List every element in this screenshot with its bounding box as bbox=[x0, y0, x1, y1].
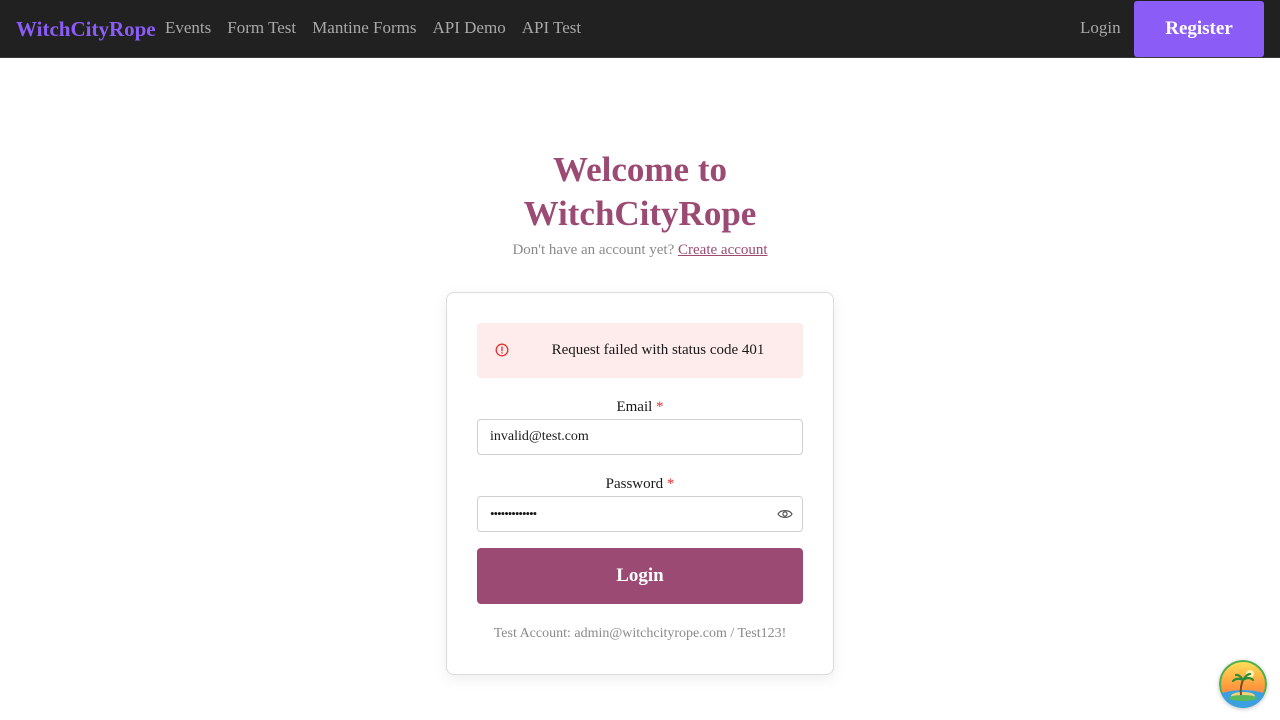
test-account-hint: Test Account: admin@witchcityrope.com / … bbox=[493, 626, 787, 641]
error-message: Request failed with status code 401 bbox=[551, 342, 765, 358]
nav-register-button[interactable]: Register bbox=[1134, 1, 1264, 57]
error-alert: Request failed with status code 401 bbox=[477, 323, 803, 378]
password-required-mark: * bbox=[666, 476, 675, 492]
page-title: Welcome to WitchCityRope bbox=[440, 148, 840, 236]
nav-link-form-test[interactable]: Form Test bbox=[227, 17, 296, 39]
signup-prompt: Don't have an account yet? Create accoun… bbox=[390, 241, 890, 259]
nav-link-api-test[interactable]: API Test bbox=[522, 17, 581, 39]
page-title-line1: Welcome to bbox=[553, 150, 727, 189]
password-label: Password * bbox=[477, 475, 803, 493]
email-label-text: Email bbox=[616, 399, 653, 415]
eye-icon[interactable] bbox=[777, 507, 793, 521]
password-field[interactable]: ••••••••••••• bbox=[477, 496, 803, 532]
email-required-mark: * bbox=[656, 399, 664, 415]
island-sunset-icon bbox=[1219, 660, 1267, 708]
create-account-link[interactable]: Create account bbox=[678, 242, 768, 258]
nav-login-link[interactable]: Login bbox=[1080, 17, 1121, 39]
email-label: Email * bbox=[477, 398, 803, 416]
login-card: Request failed with status code 401 Emai… bbox=[446, 292, 834, 675]
alert-circle-icon bbox=[495, 343, 509, 357]
password-label-text: Password bbox=[605, 476, 664, 492]
floating-action-button[interactable] bbox=[1219, 660, 1267, 708]
login-submit-button[interactable]: Login bbox=[477, 548, 803, 604]
nav-link-mantine-forms[interactable]: Mantine Forms bbox=[312, 17, 416, 39]
password-masked-value: ••••••••••••• bbox=[490, 506, 537, 521]
nav-link-events[interactable]: Events bbox=[165, 17, 211, 39]
nav-link-api-demo[interactable]: API Demo bbox=[433, 17, 506, 39]
brand-logo-link[interactable]: WitchCityRope bbox=[16, 15, 156, 43]
top-navbar: WitchCityRope Events Form Test Mantine F… bbox=[0, 0, 1280, 58]
page-title-line2: WitchCityRope bbox=[523, 194, 757, 233]
email-field[interactable]: invalid@test.com bbox=[477, 419, 803, 455]
signup-prompt-text: Don't have an account yet? bbox=[512, 242, 675, 258]
nav-links: Events Form Test Mantine Forms API Demo … bbox=[165, 17, 581, 39]
